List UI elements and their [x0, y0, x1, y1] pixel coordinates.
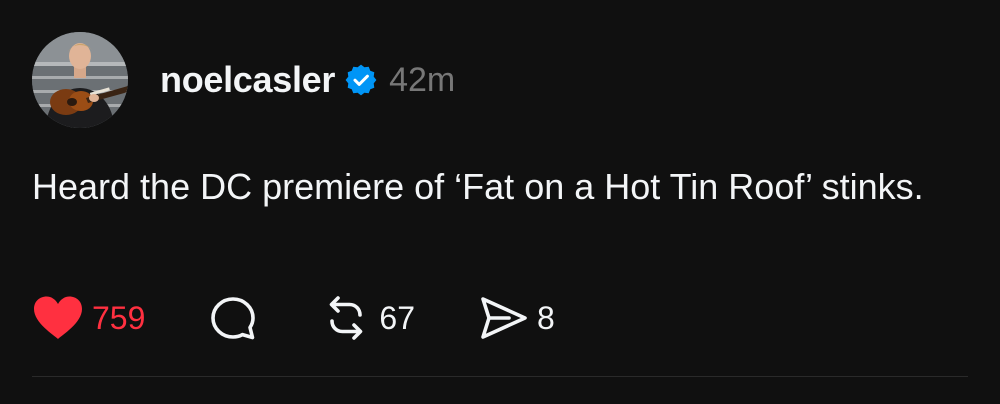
post-header: noelcasler 42m: [160, 56, 455, 104]
share-button[interactable]: 8: [479, 292, 555, 344]
action-bar: 759 67 8: [32, 292, 555, 344]
thread-post: noelcasler 42m Heard the DC premiere of …: [0, 0, 1000, 404]
avatar-image: [32, 32, 128, 128]
username[interactable]: noelcasler: [160, 59, 335, 101]
avatar[interactable]: [32, 32, 128, 128]
post-text: Heard the DC premiere of ‘Fat on a Hot T…: [32, 166, 924, 207]
speech-bubble-icon: [211, 297, 256, 340]
post-divider: [32, 376, 968, 377]
send-icon: [481, 297, 527, 339]
reply-button[interactable]: [209, 292, 257, 344]
post-timestamp[interactable]: 42m: [389, 61, 455, 100]
share-count: 8: [536, 299, 555, 336]
like-button[interactable]: 759: [32, 292, 145, 344]
repost-button[interactable]: 67: [321, 292, 415, 344]
heart-icon: [34, 296, 82, 339]
verified-badge-icon: [345, 64, 377, 96]
repost-count: 67: [379, 299, 415, 336]
repost-icon: [330, 296, 363, 340]
like-count: 759: [92, 299, 146, 336]
